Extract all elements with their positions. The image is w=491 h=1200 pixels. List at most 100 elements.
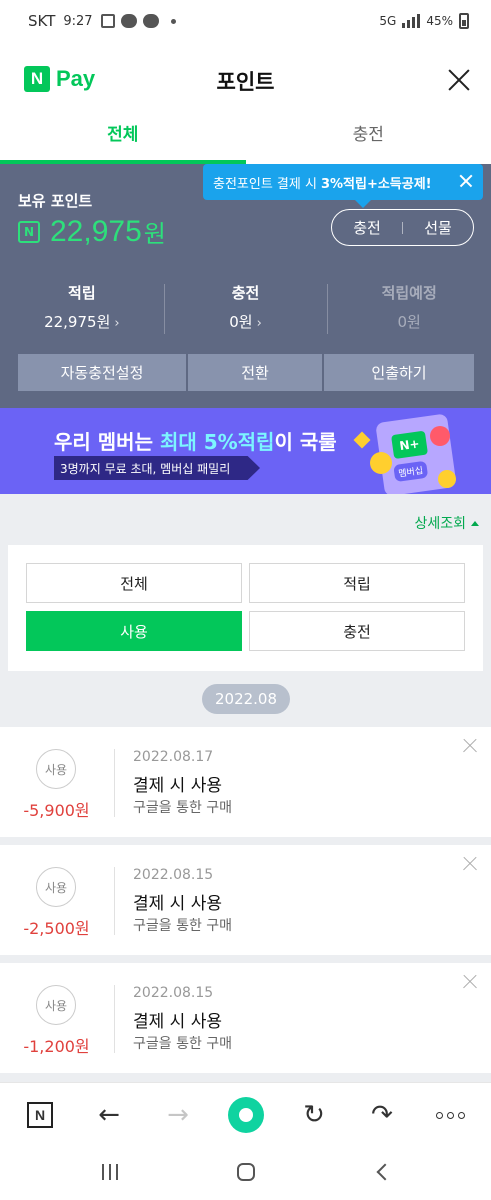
divider (114, 985, 115, 1053)
green-dot-button[interactable] (226, 1095, 266, 1135)
transaction-date: 2022.08.17 (133, 749, 214, 765)
network-type: 5G (379, 14, 397, 28)
holding-points-value: 22,975 (50, 214, 142, 248)
points-summary-panel: 보유 포인트 N 22,975 원 충전 선물 충전포인트 결제 시 3%적립+… (0, 164, 491, 408)
transaction-date: 2022.08.15 (133, 985, 214, 1001)
transaction-item[interactable]: 사용 -2,500원 2022.08.15 결제 시 사용 구글을 통한 구매 (0, 845, 491, 955)
banner-subtitle: 3명까지 무료 초대, 멤버십 패밀리 (54, 456, 260, 480)
withdraw-button[interactable]: 인출하기 (324, 354, 474, 391)
system-back-icon (376, 1163, 394, 1181)
transaction-title: 결제 시 사용 (133, 1012, 223, 1032)
refresh-icon[interactable]: ↻ (294, 1095, 334, 1135)
green-dot-icon (228, 1097, 264, 1133)
holding-points-label: 보유 포인트 (18, 192, 93, 210)
filter-used-button[interactable]: 사용 (26, 611, 242, 651)
points-actions: 자동충전설정 전환 인출하기 (18, 354, 474, 391)
home-icon (237, 1163, 255, 1181)
stat-earned[interactable]: 적립 22,975원 › (0, 282, 164, 336)
pen-icon (100, 14, 115, 28)
page-title: 포인트 (216, 70, 275, 94)
transaction-title: 결제 시 사용 (133, 776, 223, 796)
tab-charge[interactable]: 충전 (246, 118, 491, 164)
stat-charged[interactable]: 충전 0원 › (163, 282, 328, 336)
signal-icon (402, 14, 421, 28)
back-arrow-icon[interactable]: ← (89, 1095, 129, 1135)
delete-icon[interactable] (463, 975, 477, 989)
filter-earned-button[interactable]: 적립 (249, 563, 465, 603)
stat-charged-label: 충전 (231, 284, 260, 302)
transaction-item[interactable]: 사용 -5,900원 2022.08.17 결제 시 사용 구글을 통한 구매 (0, 727, 491, 837)
chevron-right-icon: › (256, 316, 262, 331)
points-stats: 적립 22,975원 › 충전 0원 › 적립예정 0원 (0, 282, 491, 336)
banner-title-highlight: 최대 5%적립 (159, 430, 275, 454)
clock: 9:27 (63, 13, 93, 29)
stat-pending-label: 적립예정 (381, 284, 437, 302)
talk-icon (120, 14, 137, 28)
promo-tooltip[interactable]: 충전포인트 결제 시 3%적립+소득공제! (203, 164, 483, 208)
tooltip-highlight: 3%적립+소득공제! (320, 176, 432, 192)
transaction-date: 2022.08.15 (133, 867, 214, 883)
naver-home-button[interactable]: N (20, 1095, 60, 1135)
charge-gift-pill: 충전 선물 (331, 209, 474, 246)
carrier-label: SKT (28, 12, 56, 30)
recent-apps-button[interactable] (90, 1158, 130, 1186)
membership-label: 멤버십 (393, 460, 429, 483)
transaction-description: 구글을 통한 구매 (133, 918, 233, 934)
forward-arrow-icon[interactable]: → (158, 1095, 198, 1135)
holding-points-unit: 원 (143, 220, 166, 248)
transaction-amount: -2,500원 (23, 919, 90, 938)
app-header: N Pay 포인트 (0, 42, 491, 118)
tab-bar: 전체 충전 (0, 118, 491, 164)
banner-title: 우리 멤버는 최대 5%적립이 국룰 (54, 426, 337, 455)
filter-all-button[interactable]: 전체 (26, 563, 242, 603)
battery-percent: 45% (426, 14, 453, 28)
tab-all[interactable]: 전체 (0, 118, 246, 164)
close-icon[interactable] (447, 68, 471, 92)
smile-emoji-icon (370, 452, 392, 474)
stat-earned-value: 22,975원 (44, 313, 111, 331)
charge-button[interactable]: 충전 (332, 217, 402, 238)
transaction-description: 구글을 통한 구매 (133, 800, 233, 816)
status-bar: SKT 9:27 5G 45% (0, 0, 491, 42)
transaction-amount: -1,200원 (23, 1037, 90, 1056)
delete-icon[interactable] (463, 739, 477, 753)
transaction-title: 결제 시 사용 (133, 894, 223, 914)
chat-icon (142, 14, 159, 28)
naver-home-icon: N (27, 1102, 53, 1128)
filter-charged-button[interactable]: 충전 (249, 611, 465, 651)
home-button[interactable] (226, 1158, 266, 1186)
more-dots-icon (435, 1111, 465, 1119)
system-nav-bar (0, 1144, 491, 1200)
cool-emoji-icon (438, 470, 456, 488)
banner-title-pre: 우리 멤버는 (54, 430, 160, 454)
divider (114, 749, 115, 817)
gift-button[interactable]: 선물 (403, 217, 473, 238)
angry-emoji-icon (430, 426, 450, 446)
auto-charge-settings-button[interactable]: 자동충전설정 (18, 354, 186, 391)
caret-up-icon (471, 520, 479, 526)
stat-charged-value: 0원 (229, 313, 253, 331)
detail-search-toggle[interactable]: 상세조회 (414, 513, 479, 533)
convert-button[interactable]: 전환 (188, 354, 322, 391)
battery-icon (459, 13, 469, 29)
more-notifications-icon (170, 18, 176, 24)
recent-apps-icon (102, 1164, 118, 1180)
month-chip: 2022.08 (202, 684, 290, 714)
transaction-item[interactable]: 사용 -1,200원 2022.08.15 결제 시 사용 구글을 통한 구매 (0, 963, 491, 1073)
transaction-amount: -5,900원 (23, 801, 90, 820)
nplus-badge: N+ (391, 430, 429, 460)
tooltip-close-icon[interactable] (459, 174, 473, 188)
sparkle-icon (353, 431, 371, 449)
system-back-button[interactable] (362, 1158, 402, 1186)
membership-banner[interactable]: 우리 멤버는 최대 5%적립이 국룰 3명까지 무료 초대, 멤버십 패밀리 N… (0, 408, 491, 494)
transaction-type-badge: 사용 (36, 867, 76, 907)
npoint-icon: N (18, 220, 40, 243)
delete-icon[interactable] (463, 857, 477, 871)
stat-pending: 적립예정 0원 (327, 282, 491, 336)
stat-pending-value: 0원 (397, 313, 421, 331)
share-icon[interactable]: ↷ (362, 1095, 402, 1135)
chevron-right-icon: › (114, 316, 120, 331)
more-options-button[interactable] (430, 1095, 470, 1135)
banner-title-post: 이 국룰 (274, 430, 337, 454)
transaction-type-badge: 사용 (36, 985, 76, 1025)
